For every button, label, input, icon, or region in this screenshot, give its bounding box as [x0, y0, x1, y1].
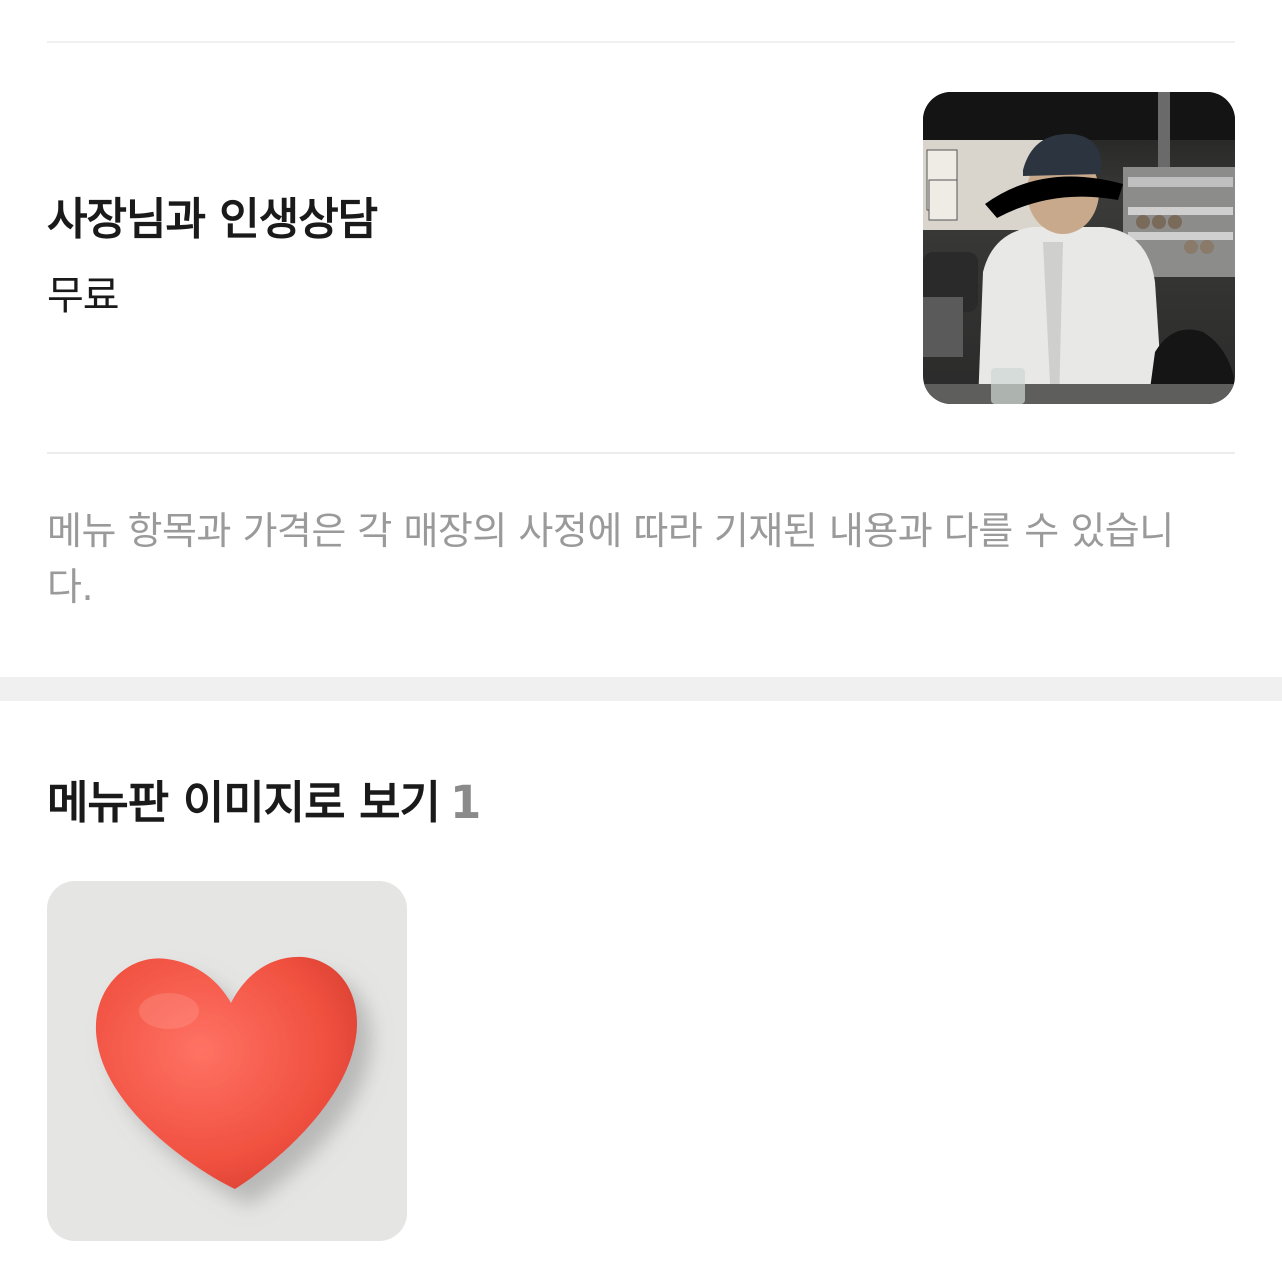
menu-item[interactable]: 사장님과 인생상담 무료 [47, 43, 1235, 452]
menu-board-count: 1 [449, 776, 481, 829]
red-heart-image-icon [47, 881, 407, 1241]
section-separator [0, 677, 1282, 701]
section-divider [47, 452, 1235, 454]
menu-item-price: 무료 [47, 273, 120, 319]
menu-item-name: 사장님과 인생상담 [47, 194, 378, 245]
menu-board-heading: 메뉴판 이미지로 보기 1 [47, 766, 481, 831]
price-notice: 메뉴 항목과 가격은 각 매장의 사정에 따라 기재된 내용과 다를 수 있습니… [47, 509, 1174, 609]
menu-item-photo[interactable] [923, 92, 1235, 404]
menu-board-thumbnail[interactable] [47, 881, 407, 1241]
owner-photo-icon [923, 92, 1235, 404]
menu-board-title: 메뉴판 이미지로 보기 [47, 776, 441, 829]
